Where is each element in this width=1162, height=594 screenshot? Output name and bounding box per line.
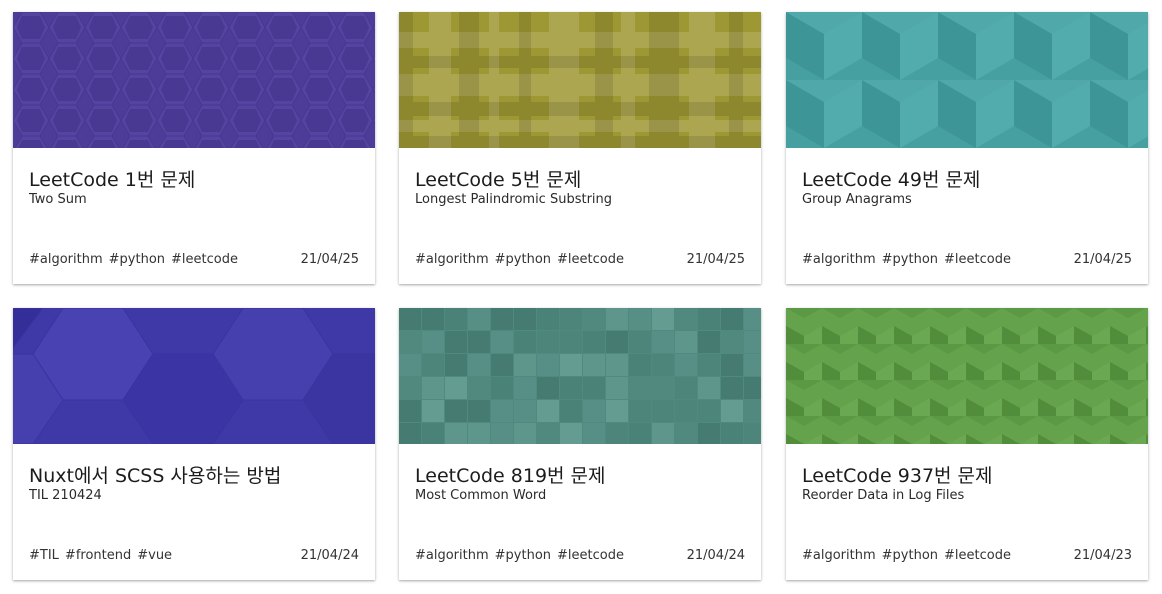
post-card[interactable]: Nuxt에서 SCSS 사용하는 방법 TIL 210424 #TIL #fron… [13,308,375,580]
post-tags: #algorithm #python #leetcode [415,252,630,267]
post-date: 21/04/25 [686,252,745,267]
post-card[interactable]: LeetCode 49번 문제 Group Anagrams #algorith… [786,12,1148,284]
post-title[interactable]: LeetCode 1번 문제 [29,165,195,192]
post-title[interactable]: Nuxt에서 SCSS 사용하는 방법 [29,461,281,488]
post-card[interactable]: LeetCode 5번 문제 Longest Palindromic Subst… [399,12,761,284]
tag-link[interactable]: #TIL [29,548,59,563]
post-thumbnail [786,12,1148,148]
tag-link[interactable]: #python [495,252,551,267]
post-subtitle: Reorder Data in Log Files [802,488,965,503]
tag-link[interactable]: #python [109,252,165,267]
post-tags: #algorithm #python #leetcode [802,548,1017,563]
post-tags: #TIL #frontend #vue [29,548,178,563]
tag-link[interactable]: #vue [137,548,172,563]
post-title[interactable]: LeetCode 937번 문제 [802,461,993,488]
tag-link[interactable]: #algorithm [802,252,876,267]
tag-link[interactable]: #leetcode [557,252,624,267]
post-subtitle: Two Sum [29,192,87,207]
post-thumbnail [399,12,761,148]
tag-link[interactable]: #algorithm [415,548,489,563]
post-tags: #algorithm #python #leetcode [29,252,244,267]
post-title[interactable]: LeetCode 819번 문제 [415,461,606,488]
tag-link[interactable]: #python [882,252,938,267]
post-title[interactable]: LeetCode 5번 문제 [415,165,581,192]
tag-link[interactable]: #leetcode [944,252,1011,267]
tag-link[interactable]: #algorithm [802,548,876,563]
post-thumbnail [399,308,761,444]
tag-link[interactable]: #frontend [65,548,131,563]
post-subtitle: Most Common Word [415,488,547,503]
tag-link[interactable]: #python [882,548,938,563]
tag-link[interactable]: #leetcode [944,548,1011,563]
tag-link[interactable]: #leetcode [171,252,238,267]
post-subtitle: Group Anagrams [802,192,912,207]
post-date: 21/04/24 [300,548,359,563]
post-date: 21/04/25 [1073,252,1132,267]
post-subtitle: Longest Palindromic Substring [415,192,613,207]
post-card[interactable]: LeetCode 819번 문제 Most Common Word #algor… [399,308,761,580]
tag-link[interactable]: #algorithm [29,252,103,267]
post-subtitle: TIL 210424 [29,488,102,503]
post-title[interactable]: LeetCode 49번 문제 [802,165,980,192]
post-card[interactable]: LeetCode 937번 문제 Reorder Data in Log Fil… [786,308,1148,580]
post-date: 21/04/23 [1073,548,1132,563]
post-thumbnail [786,308,1148,444]
tag-link[interactable]: #python [495,548,551,563]
post-tags: #algorithm #python #leetcode [415,548,630,563]
post-card[interactable]: LeetCode 1번 문제 Two Sum #algorithm #python… [13,12,375,284]
post-date: 21/04/24 [686,548,745,563]
tag-link[interactable]: #leetcode [557,548,624,563]
post-grid: LeetCode 1번 문제 Two Sum #algorithm #python… [0,0,1162,594]
tag-link[interactable]: #algorithm [415,252,489,267]
post-thumbnail [13,12,375,148]
post-tags: #algorithm #python #leetcode [802,252,1017,267]
post-date: 21/04/25 [300,252,359,267]
post-thumbnail [13,308,375,444]
